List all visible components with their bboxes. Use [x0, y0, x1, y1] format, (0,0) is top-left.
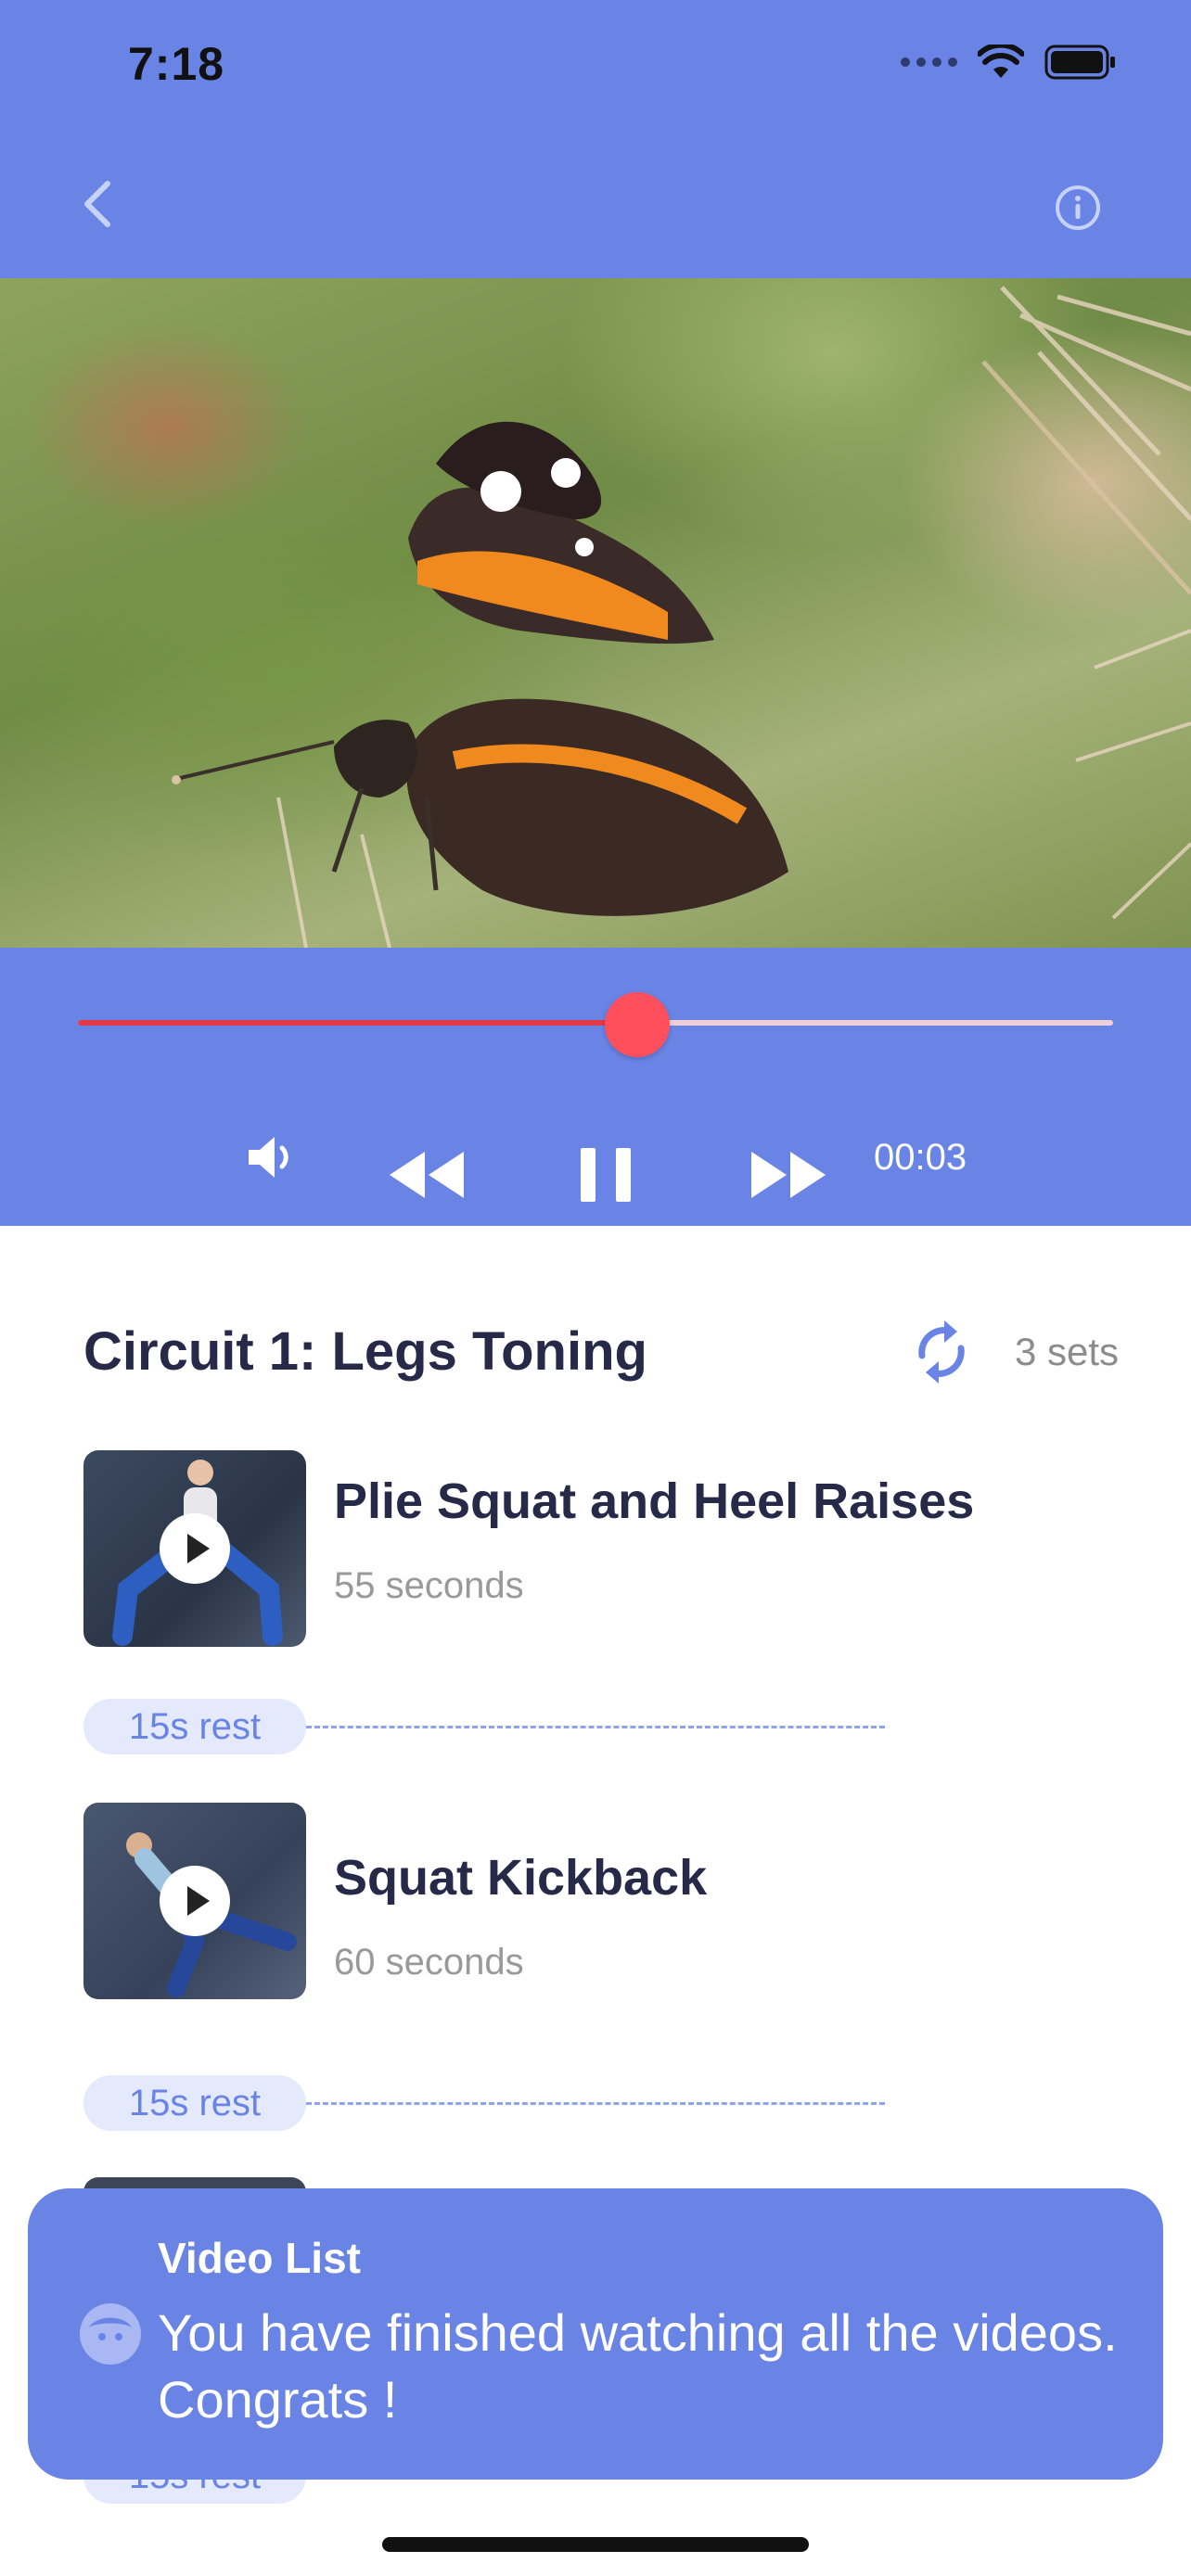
rewind-icon[interactable] — [386, 1148, 466, 1202]
battery-icon — [1044, 45, 1115, 80]
fast-forward-icon[interactable] — [748, 1148, 827, 1202]
toast-message: You have finished watching all the video… — [158, 2303, 1118, 2429]
cellular-signal-icon — [901, 57, 957, 67]
toast-notification[interactable]: Video List You have finished watching al… — [28, 2188, 1163, 2480]
circuit-title: Circuit 1: Legs Toning — [83, 1321, 647, 1382]
pause-icon[interactable] — [579, 1146, 634, 1204]
exercise-name[interactable]: Plie Squat and Heel Raises — [334, 1473, 974, 1530]
status-icons — [901, 45, 1117, 80]
progress-fill — [78, 1020, 637, 1026]
play-button[interactable] — [160, 1513, 230, 1584]
home-indicator — [382, 2537, 809, 2552]
wifi-icon — [978, 45, 1024, 78]
play-icon — [187, 1534, 210, 1563]
exercise-name[interactable]: Squat Kickback — [334, 1849, 707, 1906]
rest-divider — [306, 1726, 885, 1728]
info-button[interactable] — [1054, 184, 1102, 232]
back-button[interactable] — [74, 176, 121, 232]
toast-title: Video List — [158, 2234, 361, 2282]
rest-badge: 15s rest — [83, 2075, 306, 2131]
butterfly-image — [172, 286, 1191, 948]
exercise-duration: 60 seconds — [334, 1942, 524, 1983]
rest-divider — [306, 2102, 885, 2105]
face-icon — [80, 2303, 141, 2365]
video-frame[interactable] — [0, 278, 1191, 948]
speaker-icon[interactable] — [243, 1129, 299, 1185]
rest-badge: 15s rest — [83, 1699, 306, 1754]
repeat-icon — [918, 1320, 965, 1384]
play-button[interactable] — [160, 1866, 230, 1936]
exercise-duration: 55 seconds — [334, 1565, 524, 1606]
progress-track[interactable] — [78, 1020, 1113, 1026]
elapsed-time: 00:03 — [874, 1137, 967, 1178]
play-icon — [187, 1886, 210, 1916]
status-time: 7:18 — [128, 38, 225, 90]
exercise-thumbnail[interactable] — [83, 1450, 306, 1647]
sets-count: 3 sets — [1015, 1330, 1120, 1373]
progress-thumb[interactable] — [604, 992, 670, 1057]
exercise-thumbnail[interactable] — [83, 1803, 306, 1999]
